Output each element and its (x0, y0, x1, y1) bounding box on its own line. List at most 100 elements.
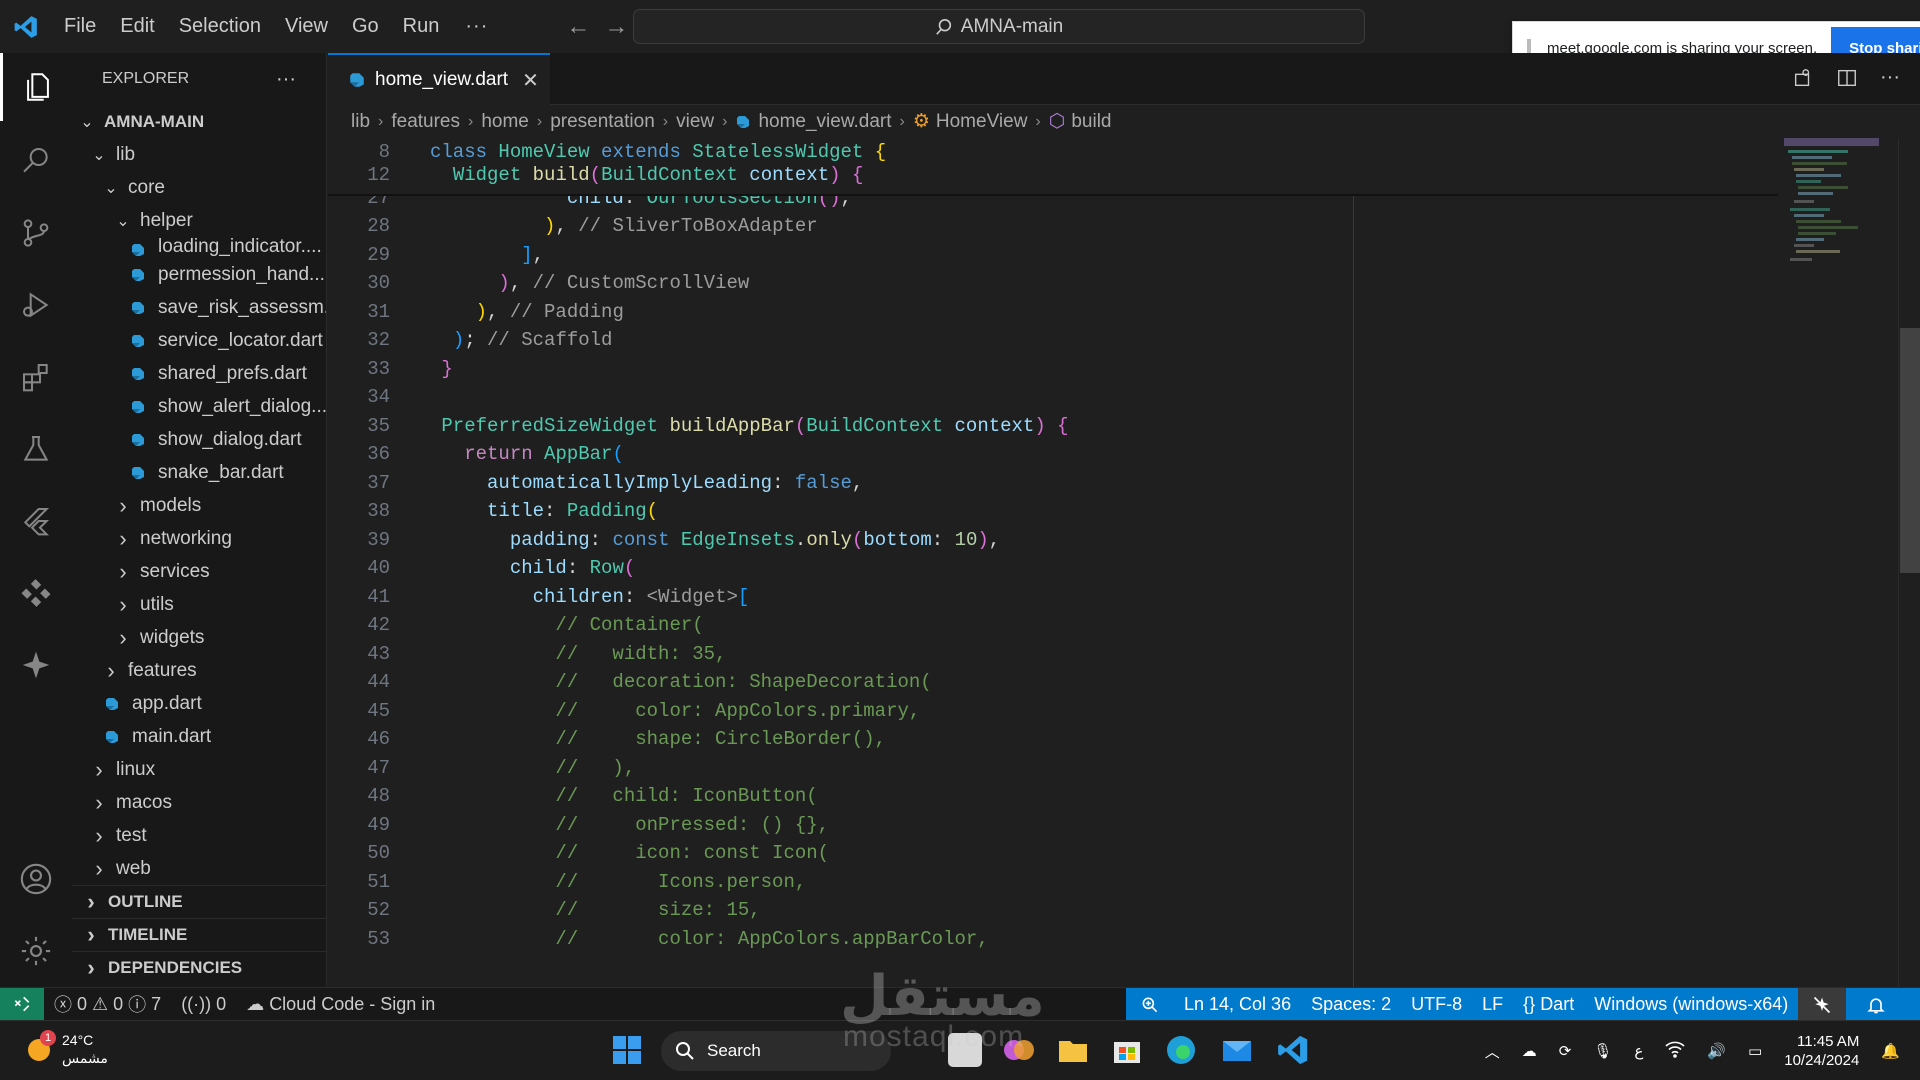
code-line[interactable]: 49 // onPressed: () {}, (328, 811, 1768, 840)
testing-icon[interactable] (0, 415, 72, 483)
section-timeline[interactable]: › TIMELINE (72, 918, 326, 951)
notification-center-icon[interactable]: 🔔 (1881, 1042, 1900, 1060)
onedrive-icon[interactable]: ☁ (1522, 1042, 1537, 1060)
cursor-position[interactable]: Ln 14, Col 36 (1174, 994, 1301, 1015)
command-center-search[interactable]: AMNA-main (633, 9, 1365, 44)
section-outline[interactable]: › OUTLINE (72, 885, 326, 918)
settings-gear-icon[interactable] (0, 917, 72, 985)
copilot-status-icon[interactable] (1798, 988, 1847, 1021)
code-line[interactable]: 40 child: Row( (328, 554, 1768, 583)
code-line[interactable]: 33 } (328, 355, 1768, 384)
input-language[interactable]: ع (1634, 1042, 1643, 1060)
code-line[interactable]: 37 automaticallyImplyLeading: false, (328, 469, 1768, 498)
flutter-inspector-icon[interactable] (1792, 67, 1814, 89)
code-line[interactable]: 45 // color: AppColors.primary, (328, 697, 1768, 726)
sticky-scroll[interactable]: 8 class HomeView extends StatelessWidget … (328, 138, 1778, 196)
code-line[interactable]: 50 // icon: const Icon( (328, 839, 1768, 868)
breadcrumb-method[interactable]: build (1071, 111, 1111, 133)
notifications-bell-icon[interactable] (1846, 995, 1906, 1015)
section-dependencies[interactable]: › DEPENDENCIES (72, 951, 326, 984)
menu-more-icon[interactable]: ··· (451, 15, 502, 38)
chevron-up-icon[interactable]: ︿ (1485, 1041, 1500, 1062)
breadcrumb-presentation[interactable]: presentation (550, 111, 655, 133)
code-line[interactable]: 39 padding: const EdgeInsets.only(bottom… (328, 526, 1768, 555)
code-line[interactable]: 31 ), // Padding (328, 298, 1768, 327)
copilot-icon[interactable] (0, 631, 72, 699)
breadcrumb-home[interactable]: home (481, 111, 529, 133)
tree-root-amna-main[interactable]: ⌄ AMNA-MAIN (72, 105, 326, 138)
windows-start-icon[interactable] (610, 1033, 644, 1067)
folder-helper[interactable]: ⌄ helper (72, 204, 326, 237)
code-line[interactable]: 51 // Icons.person, (328, 868, 1768, 897)
code-line[interactable]: 44 // decoration: ShapeDecoration( (328, 668, 1768, 697)
file-helper-7[interactable]: snake_bar.dart (72, 456, 326, 489)
breadcrumb-features[interactable]: features (391, 111, 460, 133)
folder-features[interactable]: › features (72, 654, 326, 687)
code-line[interactable]: 32 ); // Scaffold (328, 326, 1768, 355)
file-explorer-icon[interactable] (1056, 1033, 1090, 1067)
folder-macos[interactable]: › macos (72, 786, 326, 819)
language-mode[interactable]: {} Dart (1513, 994, 1584, 1015)
code-line[interactable]: 46 // shape: CircleBorder(), (328, 725, 1768, 754)
editor-more-icon[interactable]: ··· (1880, 67, 1900, 89)
file-app-dart[interactable]: app.dart (72, 687, 326, 720)
encoding[interactable]: UTF-8 (1401, 994, 1472, 1015)
code-line[interactable]: 35 PreferredSizeWidget buildAppBar(Build… (328, 412, 1768, 441)
vscode-taskbar-icon[interactable] (1276, 1033, 1310, 1067)
breadcrumb-file[interactable]: home_view.dart (758, 111, 891, 133)
folder-linux[interactable]: › linux (72, 753, 326, 786)
code-line[interactable]: 30 ), // CustomScrollView (328, 269, 1768, 298)
folder-lib[interactable]: ⌄ lib (72, 138, 326, 171)
file-helper-4[interactable]: shared_prefs.dart (72, 357, 326, 390)
line-ending[interactable]: LF (1472, 994, 1513, 1015)
forward-arrow-icon[interactable]: → (604, 13, 628, 41)
code-line[interactable]: 12 Widget build(BuildContext context) { (328, 161, 1768, 190)
menu-run[interactable]: Run (391, 15, 452, 38)
wifi-icon[interactable] (1665, 1040, 1685, 1062)
vertical-scrollbar-thumb[interactable] (1900, 328, 1920, 573)
edge-browser-icon[interactable] (1164, 1033, 1198, 1067)
indentation[interactable]: Spaces: 2 (1301, 994, 1401, 1015)
mail-icon[interactable] (1220, 1033, 1254, 1067)
file-helper-3[interactable]: service_locator.dart (72, 324, 326, 357)
remote-icon[interactable] (0, 559, 72, 627)
folder-web[interactable]: › web (72, 852, 326, 885)
menu-go[interactable]: Go (340, 15, 391, 38)
back-arrow-icon[interactable]: ← (566, 13, 590, 41)
folder-core[interactable]: ⌄ core (72, 171, 326, 204)
folder-utils[interactable]: › utils (72, 588, 326, 621)
breadcrumb-view[interactable]: view (676, 111, 714, 133)
code-line[interactable]: 42 // Container( (328, 611, 1768, 640)
menu-edit[interactable]: Edit (108, 15, 166, 38)
code-line[interactable]: 28 ), // SliverToBoxAdapter (328, 212, 1768, 241)
close-tab-icon[interactable]: ✕ (522, 68, 539, 93)
zoom-icon[interactable] (1126, 995, 1174, 1015)
code-line[interactable]: 53 // color: AppColors.appBarColor, (328, 925, 1768, 954)
minimap[interactable] (1784, 138, 1904, 338)
code-editor[interactable]: 8 class HomeView extends StatelessWidget … (328, 138, 1920, 987)
sync-icon[interactable]: ⟳ (1559, 1042, 1572, 1060)
run-debug-icon[interactable] (0, 271, 72, 339)
file-helper-1[interactable]: permession_hand... (72, 258, 326, 291)
file-helper-2[interactable]: save_risk_assessm... (72, 291, 326, 324)
problems-indicator[interactable]: ⓧ 0 ⚠ 0 ⓘ 7 (44, 991, 171, 1017)
cloud-code-indicator[interactable]: ☁ Cloud Code - Sign in (236, 994, 445, 1015)
code-line[interactable]: 48 // child: IconButton( (328, 782, 1768, 811)
explorer-more-icon[interactable]: ··· (276, 68, 296, 91)
menu-file[interactable]: File (52, 15, 108, 38)
split-editor-icon[interactable] (1836, 67, 1858, 89)
explorer-icon[interactable] (0, 53, 72, 121)
folder-widgets[interactable]: › widgets (72, 621, 326, 654)
remote-indicator-icon[interactable] (0, 987, 44, 1021)
folder-services[interactable]: › services (72, 555, 326, 588)
microphone-icon[interactable]: 🎙 (1593, 1042, 1612, 1060)
ports-indicator[interactable]: ((·)) 0 (171, 994, 236, 1015)
code-line[interactable]: 43 // width: 35, (328, 640, 1768, 669)
microsoft-store-icon[interactable] (1110, 1033, 1144, 1067)
folder-networking[interactable]: › networking (72, 522, 326, 555)
tab-home-view-dart[interactable]: home_view.dart ✕ (328, 53, 550, 105)
code-line[interactable]: 34 (328, 383, 1768, 412)
file-helper-6[interactable]: show_dialog.dart (72, 423, 326, 456)
menu-selection[interactable]: Selection (167, 15, 273, 38)
code-line[interactable]: 29 ], (328, 241, 1768, 270)
